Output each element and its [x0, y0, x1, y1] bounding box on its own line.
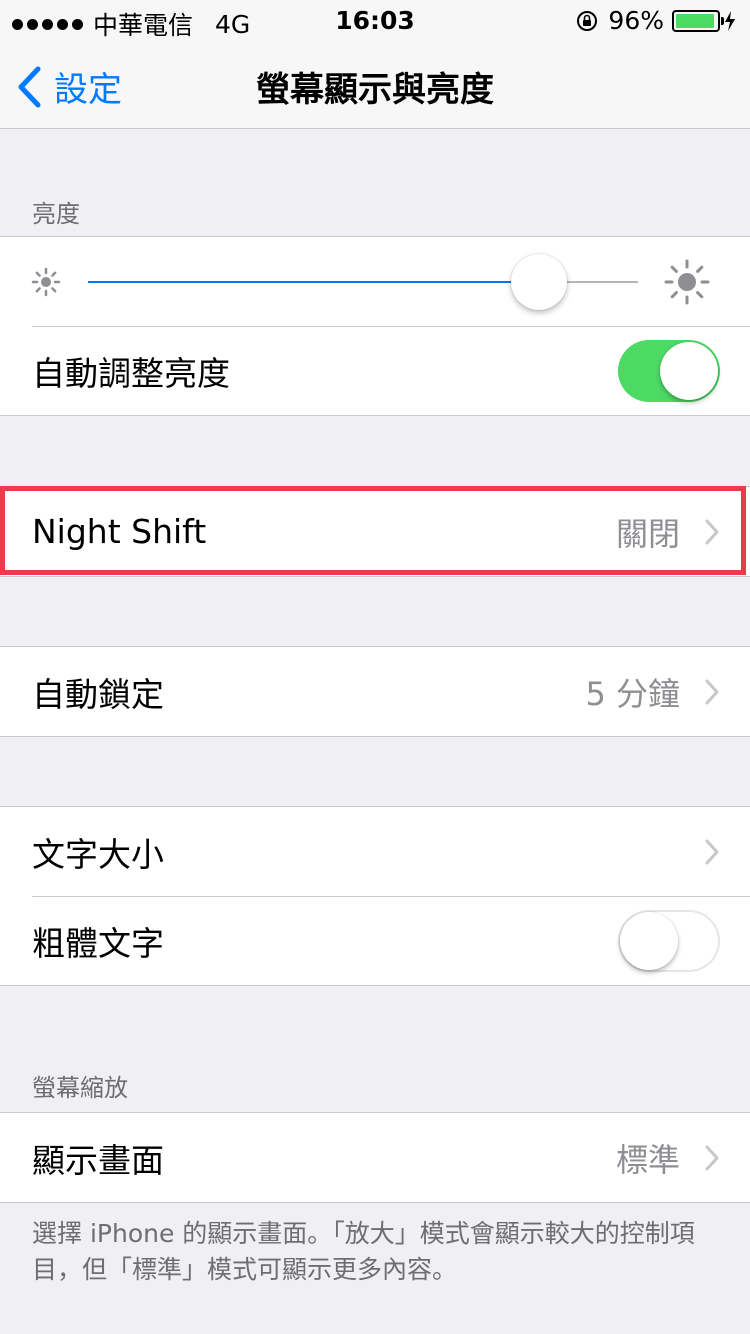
brightness-group: 自動調整亮度: [0, 236, 750, 416]
display-zoom-value: 標準: [615, 1140, 680, 1179]
auto-brightness-toggle[interactable]: [618, 339, 720, 402]
night-shift-row[interactable]: Night Shift 關閉: [0, 487, 750, 576]
text-size-label: 文字大小: [32, 834, 164, 874]
bold-text-row: 粗體文字: [0, 896, 750, 985]
sun-large-icon: [664, 259, 710, 304]
status-right: 96%: [576, 6, 736, 35]
bold-text-label: 粗體文字: [32, 923, 164, 963]
rotation-lock-icon: [577, 10, 598, 31]
auto-lock-row[interactable]: 自動鎖定 5 分鐘: [0, 647, 750, 736]
chevron-right-icon: [705, 679, 719, 704]
auto-brightness-label: 自動調整亮度: [32, 353, 230, 393]
brightness-header: 亮度: [32, 200, 80, 228]
slider-thumb[interactable]: [511, 253, 567, 310]
brightness-slider[interactable]: [88, 253, 638, 310]
auto-lock-value: 5 分鐘: [585, 674, 680, 713]
slider-fill: [88, 280, 539, 283]
night-shift-value: 關閉: [615, 514, 680, 553]
text-group: 文字大小 粗體文字: [0, 806, 750, 986]
auto-lock-label: 自動鎖定: [32, 674, 164, 714]
auto-brightness-row: 自動調整亮度: [0, 326, 750, 415]
status-bar: 中華電信 4G 16:03 96%: [0, 0, 750, 40]
chevron-right-icon: [705, 839, 719, 864]
bold-text-toggle[interactable]: [618, 909, 720, 972]
battery-fill: [676, 13, 715, 28]
navigation-bar: 設定 螢幕顯示與亮度: [0, 40, 750, 129]
page-title: 螢幕顯示與亮度: [256, 70, 494, 110]
toggle-knob: [660, 341, 718, 400]
night-shift-group: Night Shift 關閉: [0, 486, 750, 577]
charging-bolt-icon: [725, 10, 735, 31]
zoom-footer-note: 選擇 iPhone 的顯示畫面。「放大」模式會顯示較大的控制項目，但「標準」模式…: [32, 1219, 695, 1284]
zoom-header: 螢幕縮放: [32, 1074, 128, 1102]
battery-percent: 96%: [608, 6, 664, 35]
auto-lock-group: 自動鎖定 5 分鐘: [0, 646, 750, 737]
sun-small-icon: [31, 267, 61, 296]
zoom-group: 顯示畫面 標準: [0, 1112, 750, 1203]
display-zoom-row[interactable]: 顯示畫面 標準: [0, 1113, 750, 1202]
toggle-knob: [620, 911, 678, 970]
chevron-right-icon: [705, 519, 719, 544]
battery-icon: [672, 9, 724, 32]
brightness-slider-row: [0, 237, 750, 326]
display-zoom-label: 顯示畫面: [32, 1140, 164, 1180]
night-shift-label: Night Shift: [32, 512, 207, 551]
text-size-row[interactable]: 文字大小: [0, 807, 750, 896]
chevron-right-icon: [705, 1145, 719, 1170]
